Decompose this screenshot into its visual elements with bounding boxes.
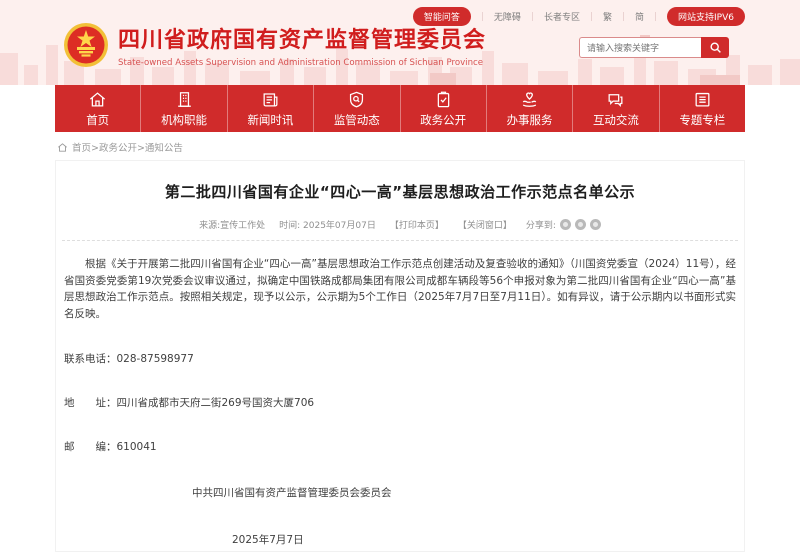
article-meta: 来源:宣传工作处 时间: 2025年07月07日 【打印本页】 【关闭窗口】 分… <box>62 218 738 231</box>
senior-zone-link[interactable]: 长者专区 <box>544 10 580 23</box>
search-icon <box>709 41 722 54</box>
search-button[interactable] <box>701 37 729 58</box>
nav-label: 政务公开 <box>420 112 466 128</box>
site-subtitle: State-owned Assets Supervision and Admin… <box>118 58 486 68</box>
nav-item-news[interactable]: 新闻时讯 <box>228 85 314 132</box>
national-emblem-logo <box>63 22 109 68</box>
signature-date: 2025年7月7日 <box>62 532 738 547</box>
share-bar: 分享到: <box>526 218 601 231</box>
nav-item-supervision[interactable]: 监管动态 <box>314 85 400 132</box>
contact-zip: 邮 编：610041 <box>62 439 738 454</box>
ipv6-badge[interactable]: 网站支持IPV6 <box>667 7 745 26</box>
nav-item-special-topics[interactable]: 专题专栏 <box>660 85 745 132</box>
nav-item-services[interactable]: 办事服务 <box>487 85 573 132</box>
nav-label: 办事服务 <box>507 112 553 128</box>
home-icon <box>57 142 68 153</box>
meta-divider <box>62 240 738 241</box>
list-icon <box>693 90 712 109</box>
site-title: 四川省政府国有资产监督管理委员会 <box>118 22 486 54</box>
share-wechat-icon[interactable] <box>560 219 571 230</box>
clipboard-check-icon <box>434 90 453 109</box>
site-header: 智能问答 ｜ 无障碍 ｜ 长者专区 ｜ 繁 ｜ 简 ｜ 网站支持IPV6 四川省… <box>0 0 800 85</box>
nav-label: 新闻时讯 <box>247 112 293 128</box>
breadcrumb-path[interactable]: 首页>政务公开>通知公告 <box>72 140 183 154</box>
utility-separator: ｜ <box>528 10 537 23</box>
nav-item-interaction[interactable]: 互动交流 <box>573 85 659 132</box>
share-weibo-icon[interactable] <box>575 219 586 230</box>
utility-separator: ｜ <box>587 10 596 23</box>
article-paragraph: 根据《关于开展第二批四川省国有企业“四心一高”基层思想政治工作示范点创建活动及复… <box>64 256 736 322</box>
simplified-chinese-link[interactable]: 简 <box>635 10 644 23</box>
article-content: 第二批四川省国有企业“四心一高”基层思想政治工作示范点名单公示 来源:宣传工作处… <box>55 160 745 552</box>
nav-label: 首页 <box>86 112 109 128</box>
search-input[interactable] <box>579 37 701 58</box>
utility-separator: ｜ <box>651 10 660 23</box>
site-brand: 四川省政府国有资产监督管理委员会 State-owned Assets Supe… <box>63 22 486 68</box>
signature-org: 中共四川省国有资产监督管理委员会委员会 <box>62 485 738 500</box>
nav-item-gov-info[interactable]: 政务公开 <box>401 85 487 132</box>
nav-item-home[interactable]: 首页 <box>55 85 141 132</box>
print-page-link[interactable]: 【打印本页】 <box>390 218 444 231</box>
nav-label: 监管动态 <box>334 112 380 128</box>
nav-item-functions[interactable]: 机构职能 <box>141 85 227 132</box>
nav-label: 互动交流 <box>593 112 639 128</box>
newspaper-icon <box>261 90 280 109</box>
main-navigation: 首页 机构职能 新闻时讯 监管动态 政务公开 办事服务 <box>55 85 745 132</box>
share-label: 分享到: <box>526 218 556 231</box>
traditional-chinese-link[interactable]: 繁 <box>603 10 612 23</box>
article-title: 第二批四川省国有企业“四心一高”基层思想政治工作示范点名单公示 <box>62 181 738 202</box>
search-box <box>579 37 729 58</box>
nav-label: 机构职能 <box>161 112 207 128</box>
contact-address: 地 址：四川省成都市天府二街269号国资大厦706 <box>62 395 738 410</box>
meta-time: 时间: 2025年07月07日 <box>279 218 376 231</box>
shield-search-icon <box>347 90 366 109</box>
home-icon <box>88 90 107 109</box>
chat-bubbles-icon <box>606 90 625 109</box>
contact-phone: 联系电话：028-87598977 <box>62 351 738 366</box>
heart-hands-icon <box>520 90 539 109</box>
close-window-link[interactable]: 【关闭窗口】 <box>458 218 512 231</box>
nav-label: 专题专栏 <box>679 112 725 128</box>
utility-separator: ｜ <box>619 10 628 23</box>
brand-text: 四川省政府国有资产监督管理委员会 State-owned Assets Supe… <box>118 22 486 68</box>
share-qq-icon[interactable] <box>590 219 601 230</box>
building-icon <box>175 90 194 109</box>
accessibility-link[interactable]: 无障碍 <box>494 10 521 23</box>
breadcrumb: 首页>政务公开>通知公告 <box>55 132 745 160</box>
meta-source: 来源:宣传工作处 <box>199 218 265 231</box>
